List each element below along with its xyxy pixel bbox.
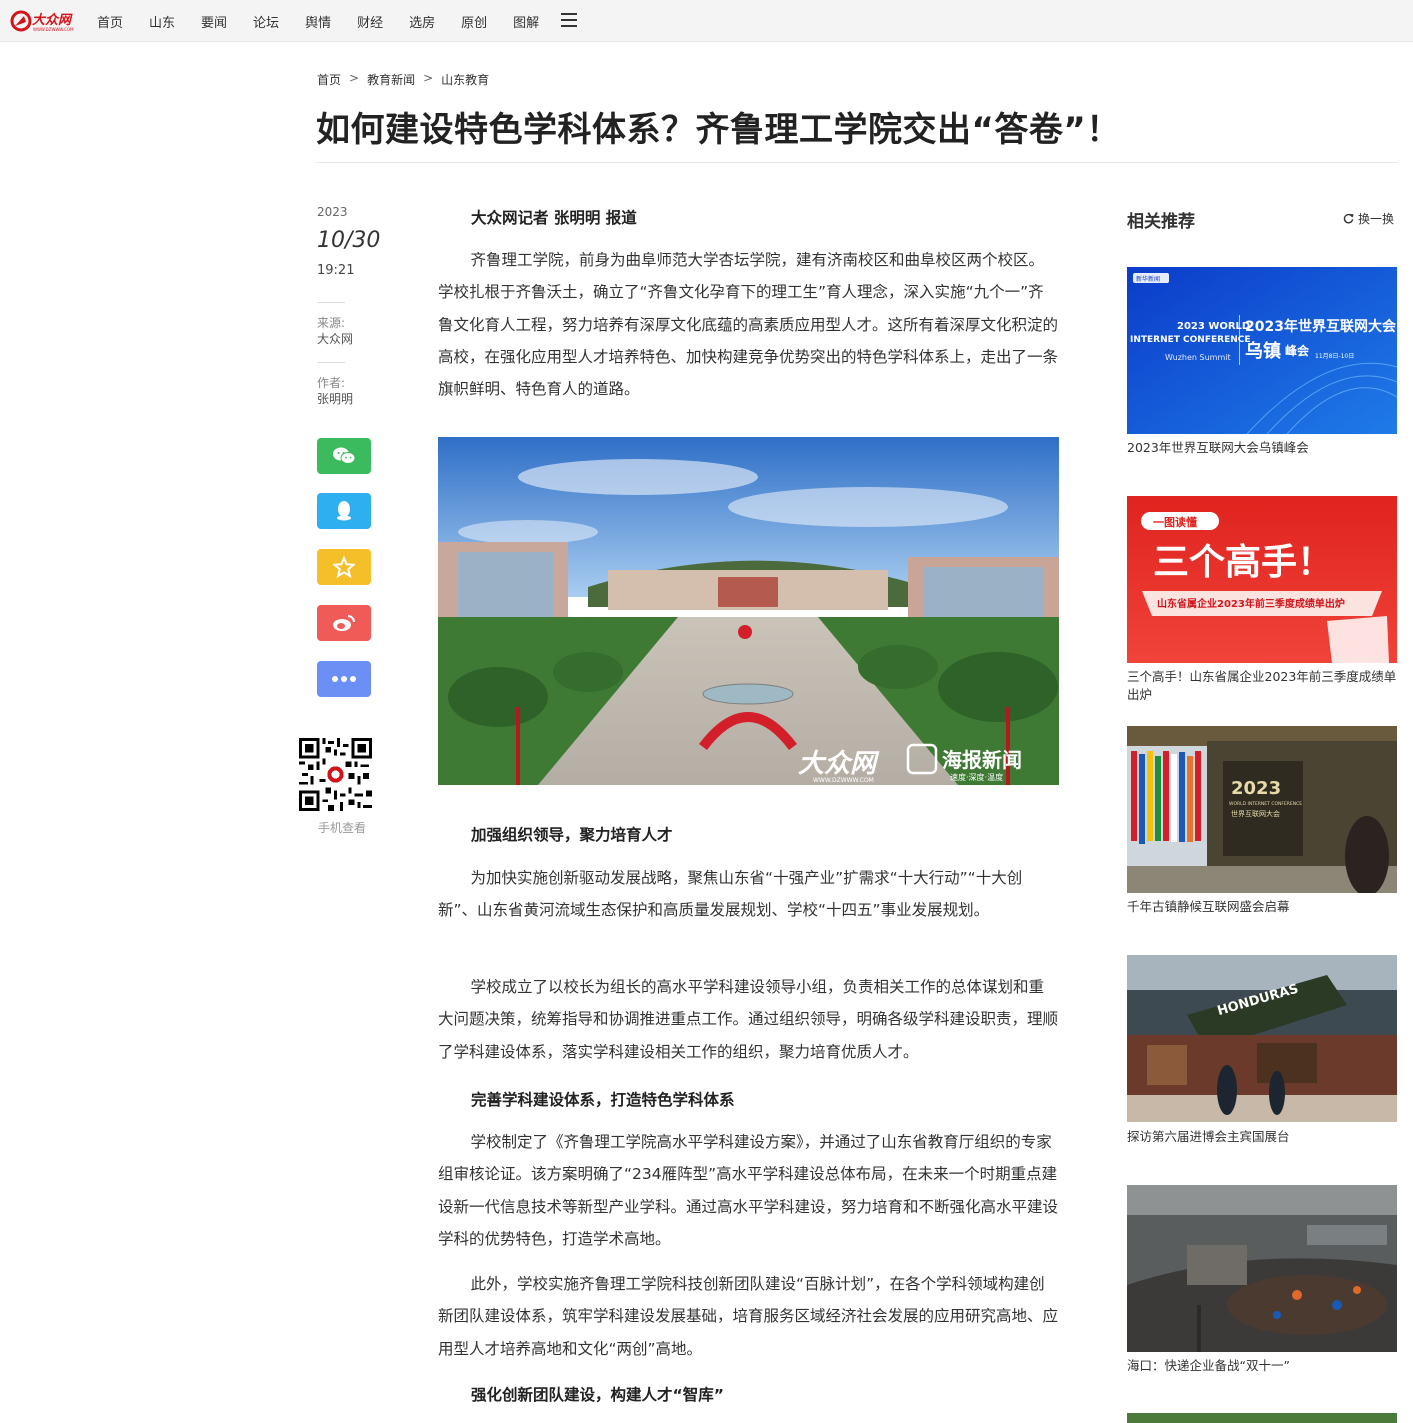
qr-label: 手机查看 — [318, 821, 367, 835]
publish-year: 2023 — [317, 205, 348, 219]
related-item-caption[interactable]: 2023年世界互联网大会乌镇峰会 — [1127, 439, 1399, 457]
logo-text: 大众网 — [32, 12, 73, 28]
star-icon — [333, 556, 355, 578]
meta-divider — [317, 362, 345, 363]
article-paragraph: 此外，学校实施齐鲁理工学院科技创新团队建设“百脉计划”，在各个学科领域构建创新团… — [438, 1275, 1059, 1358]
breadcrumb-shandong-education[interactable]: 山东教育 — [441, 71, 489, 88]
section-heading: 加强组织领导，聚力培育人才 — [471, 826, 673, 844]
nav-item-original[interactable]: 原创 — [461, 12, 487, 31]
breadcrumb-home[interactable]: 首页 — [317, 71, 341, 88]
title-divider — [316, 162, 1398, 163]
source-value: 大众网 — [317, 332, 354, 346]
publish-time: 19:21 — [317, 263, 355, 278]
svg-text:乌镇: 乌镇 — [1245, 340, 1281, 362]
nav-item-home[interactable]: 首页 — [97, 12, 123, 31]
breadcrumb: 首页 > 教育新闻 > 山东教育 — [317, 71, 489, 88]
related-item-image[interactable]: 新华新闻 2023 WORLD INTERNET CONFERENCE Wuzh… — [1127, 267, 1397, 434]
refresh-icon — [1343, 213, 1354, 224]
article-title: 如何建设特色学科体系？齐鲁理工学院交出“答卷”！ — [316, 110, 1121, 150]
nav-item-forum[interactable]: 论坛 — [253, 12, 279, 31]
nav-item-infographic[interactable]: 图解 — [513, 12, 539, 31]
article-byline: 大众网记者 张明明 报道 — [471, 209, 637, 227]
related-item-image[interactable]: 一图读懂 三个高手！ 山东省属企业2023年前三季度成绩单出炉 — [1127, 496, 1397, 663]
nav-item-housing[interactable]: 选房 — [409, 12, 435, 31]
breadcrumb-separator: > — [423, 71, 434, 85]
section-heading: 完善学科建设体系，打造特色学科体系 — [471, 1091, 735, 1109]
svg-text:2023年世界互联网大会: 2023年世界互联网大会 — [1245, 318, 1397, 335]
image-watermark-dzwww: 大众网 — [798, 749, 880, 779]
meta-divider — [317, 302, 345, 303]
nav-item-finance[interactable]: 财经 — [357, 12, 383, 31]
svg-text:INTERNET CONFERENCE: INTERNET CONFERENCE — [1130, 335, 1251, 345]
source-label: 来源: — [317, 316, 346, 330]
refresh-button[interactable]: 换一换 — [1343, 210, 1394, 227]
nav-item-shandong[interactable]: 山东 — [149, 12, 175, 31]
wechat-icon — [333, 447, 356, 464]
svg-text:WORLD INTERNET CONFERENCE: WORLD INTERNET CONFERENCE — [1229, 801, 1302, 807]
author-value: 张明明 — [317, 392, 354, 406]
related-item-caption[interactable]: 三个高手！山东省属企业2023年前三季度成绩单出炉 — [1127, 668, 1399, 704]
top-nav-bar: 大众网 WWW.DZWWW.COM 首页 山东 要闻 论坛 舆情 财经 选房 原… — [0, 0, 1413, 42]
related-item-caption[interactable]: 千年古镇静候互联网盛会启幕 — [1127, 898, 1399, 916]
svg-text:世界互联网大会: 世界互联网大会 — [1231, 809, 1280, 818]
share-more-button[interactable] — [317, 661, 371, 697]
article-paragraph: 学校制定了《齐鲁理工学院高水平学科建设方案》，并通过了山东省教育厅组织的专家组审… — [438, 1133, 1059, 1248]
svg-text:Wuzhen Summit: Wuzhen Summit — [1165, 353, 1231, 362]
share-qzone-button[interactable] — [317, 549, 371, 585]
related-item-image[interactable]: HONDURAS — [1127, 955, 1397, 1122]
svg-text:山东省属企业2023年前三季度成绩单出炉: 山东省属企业2023年前三季度成绩单出炉 — [1157, 597, 1345, 610]
article-paragraph: 为加快实施创新驱动发展战略，聚焦山东省“十强产业”扩需求“十大行动”“十大创新”… — [438, 869, 1023, 920]
svg-text:2023: 2023 — [1231, 778, 1281, 799]
breadcrumb-education-news[interactable]: 教育新闻 — [367, 71, 415, 88]
qq-icon — [337, 501, 351, 521]
related-item-caption[interactable]: 探访第六届进博会主宾国展台 — [1127, 1128, 1399, 1146]
related-item-caption[interactable]: 海口：快递企业备战“双十一” — [1127, 1357, 1399, 1375]
image-watermark-dzwww-sub: WWW.DZWWW.COM — [813, 777, 874, 784]
image-badge: 新华新闻 — [1136, 275, 1160, 283]
publish-date: 10/30 — [317, 228, 381, 253]
logo-subtext: WWW.DZWWW.COM — [33, 27, 74, 32]
article-hero-image: 大众网 WWW.DZWWW.COM 海报新闻 速度·深度·温度 — [438, 437, 1059, 785]
share-weibo-button[interactable] — [317, 605, 371, 641]
nav-item-news[interactable]: 要闻 — [201, 12, 227, 31]
weibo-icon — [333, 615, 355, 631]
nav-item-opinion[interactable]: 舆情 — [305, 12, 331, 31]
share-qq-button[interactable] — [317, 493, 371, 529]
svg-text:峰会: 峰会 — [1285, 343, 1310, 358]
section-heading: 强化创新团队建设，构建人才“智库” — [471, 1386, 724, 1404]
article-paragraph: 齐鲁理工学院，前身为曲阜师范大学杏坛学院，建有济南校区和曲阜校区两个校区。学校扎… — [438, 251, 1059, 399]
image-watermark-haibao: 海报新闻 — [942, 748, 1022, 772]
refresh-label: 换一换 — [1358, 212, 1395, 226]
main-nav: 首页 山东 要闻 论坛 舆情 财经 选房 原创 图解 — [97, 0, 565, 42]
share-wechat-button[interactable] — [317, 438, 371, 474]
qr-code — [299, 738, 372, 811]
svg-text:11月8日-10日: 11月8日-10日 — [1315, 353, 1354, 360]
related-item-image[interactable] — [1127, 1413, 1397, 1423]
hamburger-icon[interactable] — [561, 13, 577, 27]
svg-text:三个高手！: 三个高手！ — [1153, 542, 1333, 583]
svg-text:一图读懂: 一图读懂 — [1153, 515, 1197, 529]
more-icon — [332, 676, 356, 682]
related-item-image[interactable] — [1127, 1185, 1397, 1352]
related-item-image[interactable]: 2023 WORLD INTERNET CONFERENCE 世界互联网大会 — [1127, 726, 1397, 893]
author-label: 作者: — [317, 376, 346, 390]
breadcrumb-separator: > — [349, 71, 360, 85]
related-title: 相关推荐 — [1127, 212, 1195, 232]
site-logo[interactable]: 大众网 WWW.DZWWW.COM — [10, 8, 76, 34]
article-paragraph: 学校成立了以校长为组长的高水平学科建设领导小组，负责相关工作的总体谋划和重大问题… — [438, 978, 1059, 1061]
image-watermark-haibao-sub: 速度·深度·温度 — [950, 772, 1003, 782]
